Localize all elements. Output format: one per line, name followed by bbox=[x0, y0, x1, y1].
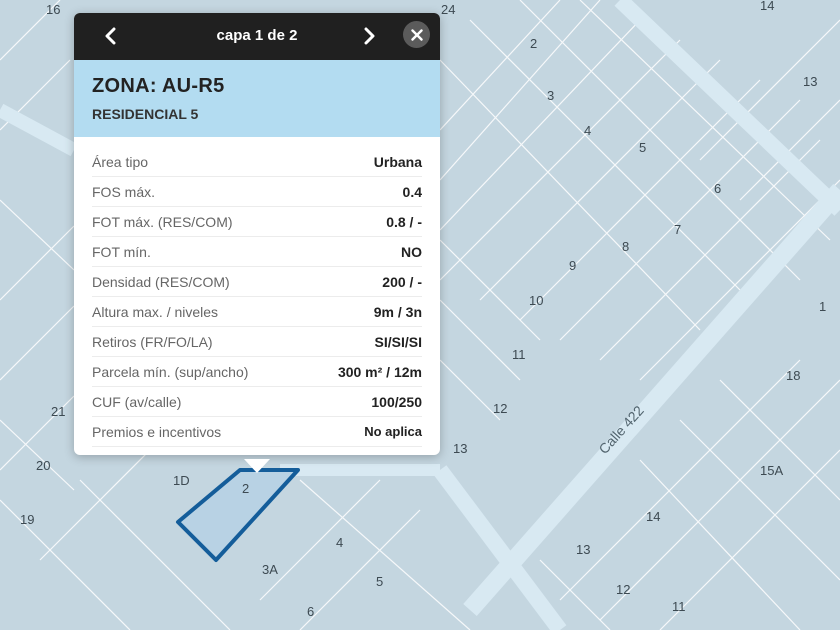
zone-subtitle: RESIDENCIAL 5 bbox=[92, 106, 199, 122]
parcel-label: 21 bbox=[51, 404, 65, 419]
parcel-label: 20 bbox=[36, 458, 50, 473]
attribute-value: NO bbox=[401, 243, 422, 260]
zone-heading: ZONA: AU-R5 RESIDENCIAL 5 bbox=[74, 60, 440, 137]
attribute-row: Retiros (FR/FO/LA) SI/SI/SI bbox=[92, 327, 422, 357]
parcel-label: 13 bbox=[803, 74, 817, 89]
parcel-label: 18 bbox=[786, 368, 800, 383]
parcel-label: 5 bbox=[376, 574, 383, 589]
parcel-label: 4 bbox=[584, 123, 591, 138]
parcel-label: 11 bbox=[672, 599, 686, 614]
parcel-label: 5 bbox=[639, 140, 646, 155]
layer-counter: capa 1 de 2 bbox=[216, 27, 298, 44]
parcel-label: 6 bbox=[307, 604, 314, 619]
attribute-row: CUF (av/calle) 100/250 bbox=[92, 387, 422, 417]
attribute-row: FOS máx. 0.4 bbox=[92, 177, 422, 207]
attribute-label: FOT mín. bbox=[92, 243, 151, 260]
parcel-label: 3 bbox=[547, 88, 554, 103]
close-button[interactable] bbox=[403, 21, 430, 48]
parcel-label: 10 bbox=[529, 293, 543, 308]
parcel-label: 11 bbox=[512, 347, 526, 362]
next-layer-button[interactable] bbox=[354, 21, 384, 51]
parcel-label: 14 bbox=[760, 0, 774, 13]
popup-pointer bbox=[244, 459, 270, 473]
parcel-label: 9 bbox=[569, 258, 576, 273]
parcel-label: 3A bbox=[262, 562, 278, 577]
parcel-label: 12 bbox=[616, 582, 630, 597]
attribute-label: CUF (av/calle) bbox=[92, 393, 182, 410]
attribute-value: Urbana bbox=[373, 153, 422, 170]
attribute-label: Retiros (FR/FO/LA) bbox=[92, 333, 213, 350]
attribute-row: FOT mín. NO bbox=[92, 237, 422, 267]
parcel-label: 2 bbox=[530, 36, 537, 51]
parcel-label: 15A bbox=[760, 463, 783, 478]
attribute-label: Parcela mín. (sup/ancho) bbox=[92, 363, 249, 380]
parcel-label: 12 bbox=[493, 401, 507, 416]
parcel-label: 1D bbox=[173, 473, 190, 488]
parcel-label: 13 bbox=[576, 542, 590, 557]
attribute-row: Altura max. / niveles 9m / 3n bbox=[92, 297, 422, 327]
attribute-value: SI/SI/SI bbox=[374, 333, 422, 350]
parcel-label: 24 bbox=[441, 2, 455, 17]
popup-header: capa 1 de 2 bbox=[74, 13, 440, 60]
attribute-label: Densidad (RES/COM) bbox=[92, 273, 230, 290]
parcel-label: 8 bbox=[622, 239, 629, 254]
parcel-label: 14 bbox=[646, 509, 660, 524]
attribute-value: 0.8 / - bbox=[386, 213, 422, 230]
parcel-label: 7 bbox=[674, 222, 681, 237]
parcel-label: 4 bbox=[336, 535, 343, 550]
attribute-label: Área tipo bbox=[92, 153, 149, 170]
attribute-label: FOT máx. (RES/COM) bbox=[92, 213, 233, 230]
attribute-value: 9m / 3n bbox=[373, 303, 422, 320]
attribute-row: Parcela mín. (sup/ancho) 300 m² / 12m bbox=[92, 357, 422, 387]
attribute-value: 0.4 bbox=[402, 183, 422, 200]
zone-title: ZONA: AU-R5 bbox=[92, 75, 225, 97]
parcel-label: 2 bbox=[242, 481, 249, 496]
attribute-label: FOS máx. bbox=[92, 183, 156, 200]
attribute-value: 200 / - bbox=[382, 273, 422, 290]
attribute-label: Altura max. / niveles bbox=[92, 303, 219, 320]
attribute-label: Premios e incentivos bbox=[92, 423, 222, 440]
zone-attributes: Área tipo Urbana FOS máx. 0.4 FOT máx. (… bbox=[74, 137, 440, 455]
parcel-label: 13 bbox=[453, 441, 467, 456]
parcel-label: 16 bbox=[46, 2, 60, 17]
parcel-label: 1 bbox=[819, 299, 826, 314]
attribute-row: Área tipo Urbana bbox=[92, 147, 422, 177]
attribute-row: Densidad (RES/COM) 200 / - bbox=[92, 267, 422, 297]
attribute-row: FOT máx. (RES/COM) 0.8 / - bbox=[92, 207, 422, 237]
parcel-label: 19 bbox=[20, 512, 34, 527]
attribute-value: 100/250 bbox=[371, 393, 422, 410]
attribute-row: Premios e incentivos No aplica bbox=[92, 417, 422, 447]
chevron-right-icon bbox=[364, 27, 375, 45]
attribute-value: 300 m² / 12m bbox=[337, 363, 422, 380]
attribute-value: No aplica bbox=[364, 424, 422, 439]
close-icon bbox=[410, 28, 423, 41]
parcel-label: 6 bbox=[714, 181, 721, 196]
zone-info-popup: capa 1 de 2 ZONA: AU-R5 RESIDENCIAL 5 Ár… bbox=[74, 13, 440, 455]
